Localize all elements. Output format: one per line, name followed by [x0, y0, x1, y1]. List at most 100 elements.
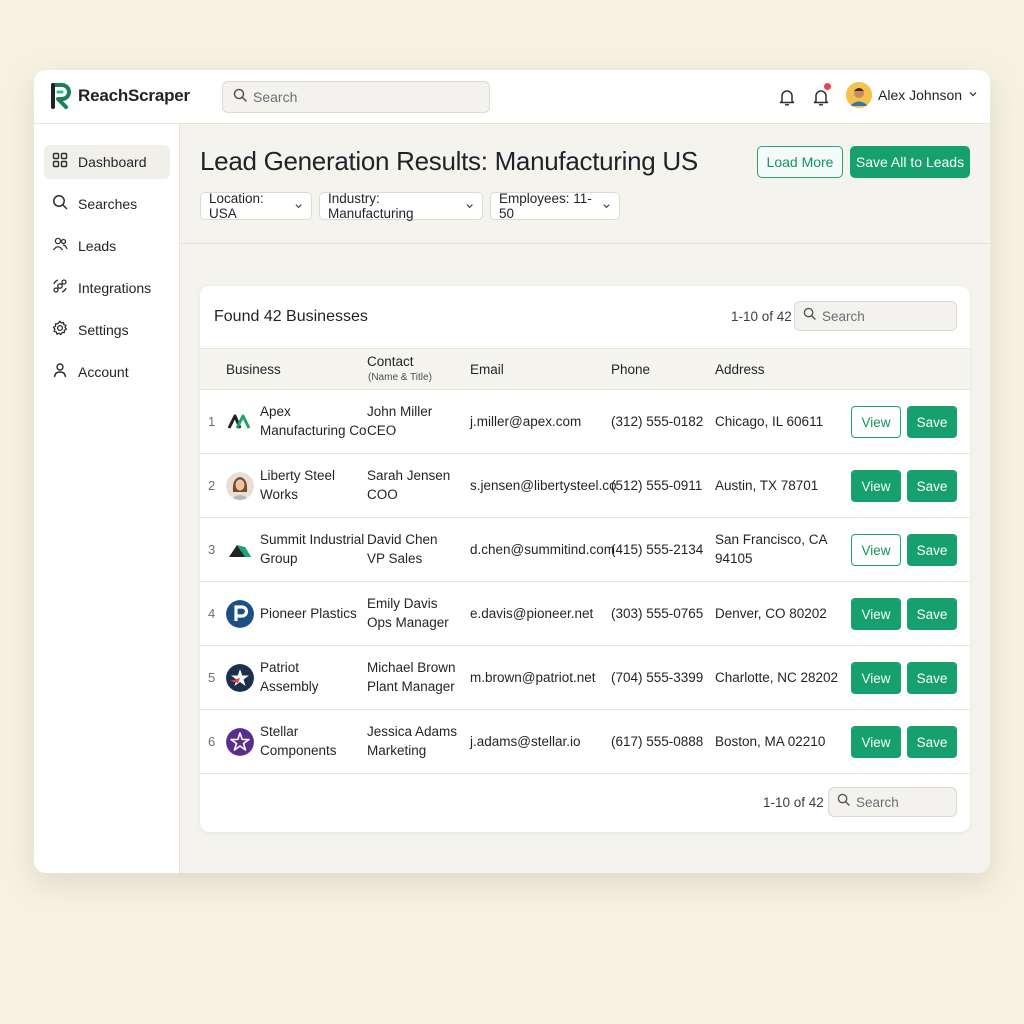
address: Austin, TX 78701 [715, 478, 819, 493]
contact: Sarah Jensen COO [367, 466, 450, 504]
business-name-line: Apex [260, 404, 291, 419]
row-number: 4 [208, 606, 216, 621]
notification-badge [823, 82, 832, 91]
email: j.miller@apex.com [470, 414, 582, 429]
notifications-bell-icon[interactable] [810, 82, 832, 108]
contact-name: Michael Brown [367, 660, 456, 675]
save-button[interactable]: Save [907, 534, 957, 566]
address: Denver, CO 80202 [715, 606, 827, 621]
sidebar-item-leads[interactable]: Leads [44, 229, 170, 263]
sidebar-item-settings[interactable]: Settings [44, 313, 170, 347]
main-content: Lead Generation Results: Manufacturing U… [180, 124, 990, 873]
search-icon [837, 793, 850, 811]
avatar [846, 82, 872, 108]
app-name: ReachScraper [78, 86, 190, 105]
view-button[interactable]: View [851, 534, 901, 566]
table-row[interactable]: 2 Liberty Steel Works Sarah Jensen COO s.j… [200, 454, 970, 518]
sidebar-item-searches[interactable]: Searches [44, 187, 170, 221]
user-name: Alex Johnson [878, 87, 963, 103]
address: Charlotte, NC 28202 [715, 670, 839, 685]
sidebar-item-label: Leads [78, 238, 117, 254]
table-row[interactable]: 4 Pioneer Plastics Emily Davis Ops Manage… [200, 582, 970, 646]
chevron-down-icon [968, 86, 978, 104]
contact-title: Plant Manager [367, 679, 455, 694]
results-card: Found 42 Businesses 1-10 of 42 Search Bu… [200, 286, 970, 832]
email: m.brown@patriot.net [470, 670, 596, 685]
view-button[interactable]: View [851, 470, 901, 502]
sidebar-item-integrations[interactable]: Integrations [44, 271, 170, 305]
save-button[interactable]: Save [907, 726, 957, 758]
table-row[interactable]: 3 Summit Industrial Group David Chen VP Sa… [200, 518, 970, 582]
chevron-down-icon [603, 204, 610, 209]
view-button[interactable]: View [851, 406, 901, 438]
apex-logo-icon [226, 408, 254, 436]
filter-employees[interactable]: Employees: 11-50 [490, 191, 620, 221]
phone: (312) 555-0182 [611, 414, 704, 429]
save-button[interactable]: Save [907, 470, 957, 502]
contact-title: CEO [367, 423, 397, 438]
save-all-button[interactable]: Save All to Leads [850, 146, 970, 178]
business-name-line: Patriot [260, 660, 300, 675]
business-name-line: Summit Industrial [260, 532, 365, 547]
save-button[interactable]: Save [907, 406, 957, 438]
results-search-input-bottom[interactable]: Search [828, 787, 957, 817]
table-row[interactable]: 5 Patriot Assembly Michael Brown Plant Man… [200, 646, 970, 710]
results-search-input[interactable]: Search [794, 301, 957, 331]
column-contact[interactable]: Contact [367, 354, 414, 369]
email: j.adams@stellar.io [470, 734, 581, 749]
results-count: Found 42 Businesses [214, 308, 368, 325]
column-address[interactable]: Address [715, 362, 765, 377]
app-logo[interactable]: ReachScraper [50, 83, 190, 109]
table-row[interactable]: 1 Apex Manufacturing Co John Miller CEO j.… [200, 390, 970, 454]
view-button[interactable]: View [851, 598, 901, 630]
stellar-logo-icon [226, 728, 254, 756]
column-email[interactable]: Email [470, 362, 504, 377]
business-name-line: Assembly [260, 679, 319, 694]
bell-icon[interactable] [776, 86, 798, 108]
email: d.chen@summitind.com [470, 542, 616, 557]
email: e.davis@pioneer.net [470, 606, 594, 621]
business-name: Stellar Components [260, 722, 337, 760]
business-name-line: Liberty Steel [260, 468, 336, 483]
pagination-bottom: 1-10 of 42 [763, 795, 824, 810]
view-button[interactable]: View [851, 662, 901, 694]
chevron-down-icon [295, 204, 302, 209]
filter-location[interactable]: Location: USA [200, 191, 312, 221]
business-name-line: Works [260, 487, 299, 502]
contact: John Miller CEO [367, 402, 432, 440]
search-placeholder: Search [253, 89, 298, 105]
patriot-logo-icon [226, 664, 254, 692]
sidebar-item-dashboard[interactable]: Dashboard [44, 145, 170, 179]
sidebar-item-label: Searches [78, 196, 138, 212]
table-row[interactable]: 6 Stellar Components Jessica Adams Marketi… [200, 710, 970, 774]
page-title: Lead Generation Results: Manufacturing U… [200, 146, 698, 176]
business-name-line: Stellar [260, 724, 299, 739]
email: s.jensen@libertysteel.co [470, 478, 617, 493]
contact: Emily Davis Ops Manager [367, 594, 449, 632]
contact-name: Emily Davis [367, 596, 438, 611]
address: San Francisco, CA 94105 [715, 530, 828, 568]
integrations-icon [52, 278, 68, 299]
contact: Jessica Adams Marketing [367, 722, 457, 760]
business-name-line: Group [260, 551, 298, 566]
global-search-input[interactable]: Search [222, 81, 490, 113]
address: Boston, MA 02210 [715, 734, 826, 749]
user-menu[interactable]: Alex Johnson [846, 82, 978, 108]
load-more-button[interactable]: Load More [757, 146, 843, 178]
filter-label: Employees: 11-50 [499, 191, 592, 221]
save-button[interactable]: Save [907, 598, 957, 630]
business-name-line: Components [260, 743, 337, 758]
view-button[interactable]: View [851, 726, 901, 758]
column-business[interactable]: Business [226, 362, 281, 377]
sidebar-item-account[interactable]: Account [44, 355, 170, 389]
column-phone[interactable]: Phone [611, 362, 650, 377]
save-button[interactable]: Save [907, 662, 957, 694]
business-name: Patriot Assembly [260, 658, 319, 696]
phone: (512) 555-0911 [611, 478, 703, 493]
filter-industry[interactable]: Industry: Manufacturing [319, 191, 483, 221]
user-icon [52, 362, 68, 383]
liberty-portrait-icon [226, 472, 254, 500]
column-contact-sub: (Name & Title) [368, 372, 432, 383]
search-icon [233, 88, 247, 107]
filter-label: Location: USA [209, 191, 264, 221]
